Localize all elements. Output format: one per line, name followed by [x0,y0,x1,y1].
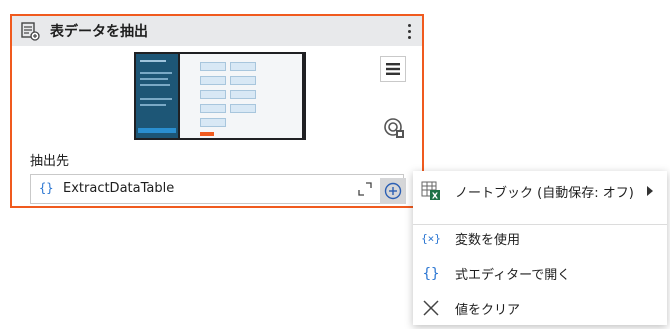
destination-label: 抽出先 [30,154,70,169]
card-header[interactable]: 表データを抽出 [12,16,422,46]
extract-table-icon [21,22,40,41]
menu-item-label: 値をクリア [455,302,521,318]
more-options-icon[interactable] [402,20,416,42]
close-icon [421,298,441,318]
variable-braces-icon: {} [39,181,54,195]
menu-item-clear-value[interactable]: 値をクリア [413,291,667,325]
plus-circle-icon [384,182,402,200]
menu-item-expression-editor[interactable]: {} 式エディターで開く [413,256,667,290]
preview-form-panel [180,54,302,138]
context-menu: X ノートブック (自動保存: オフ) {×} 変数を使用 {} 式エディターで… [413,171,667,325]
destination-value: ExtractDataTable [63,181,175,196]
menu-item-label: ノートブック (自動保存: オフ) [455,185,634,201]
card-title: 表データを抽出 [50,24,148,40]
svg-text:X: X [432,192,439,201]
add-value-button[interactable] [380,178,406,204]
menu-item-use-variable[interactable]: {×} 変数を使用 [413,221,667,255]
expand-icon[interactable] [357,181,373,197]
submenu-arrow-icon [647,186,653,196]
excel-notebook-icon: X [421,181,441,201]
menu-button[interactable] [380,56,406,82]
svg-text:{×}: {×} [421,232,441,245]
target-element-icon[interactable] [382,116,406,140]
variable-icon: {×} [421,228,441,248]
preview-left-panel [136,54,178,138]
menu-item-label: 変数を使用 [455,232,521,248]
hamburger-icon [386,63,400,75]
screen-preview-thumbnail[interactable] [134,52,306,140]
braces-icon: {} [421,263,441,283]
menu-item-label: 式エディターで開く [455,267,571,283]
activity-card[interactable]: 表データを抽出 抽出先 {} ExtractDataTable [10,14,424,208]
svg-text:{}: {} [423,266,440,282]
destination-field[interactable]: {} ExtractDataTable [30,174,404,204]
menu-item-notebook[interactable]: X ノートブック (自動保存: オフ) [413,174,667,208]
